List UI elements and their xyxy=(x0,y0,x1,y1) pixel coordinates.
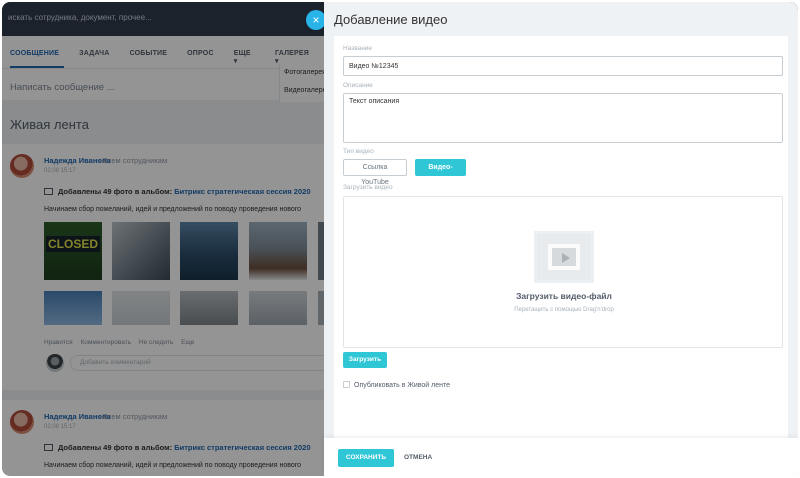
video-file-icon xyxy=(534,231,594,283)
panel-title: Добавление видео xyxy=(334,12,448,27)
upload-video-label: Загрузить видео xyxy=(343,184,393,191)
panel-footer: СОХРАНИТЬ ОТМЕНА xyxy=(324,438,798,476)
upload-button[interactable]: Загрузить xyxy=(343,352,387,368)
name-label: Название xyxy=(343,45,373,52)
app-window: искать сотрудника, документ, прочее... С… xyxy=(2,2,798,476)
publish-to-feed-option[interactable]: Опубликовать в Живой ленте xyxy=(343,381,450,389)
play-icon xyxy=(562,253,570,263)
close-button[interactable]: × xyxy=(306,10,326,30)
publish-label: Опубликовать в Живой ленте xyxy=(354,382,451,389)
publish-checkbox[interactable] xyxy=(343,381,350,388)
cancel-button[interactable]: ОТМЕНА xyxy=(404,449,432,467)
description-label: Описание xyxy=(343,82,373,89)
save-button[interactable]: СОХРАНИТЬ xyxy=(338,449,394,467)
video-form: Название Описание Текст описания Тип вид… xyxy=(334,36,788,438)
video-file-option[interactable]: Видео-файл xyxy=(415,159,466,186)
description-field[interactable]: Текст описания xyxy=(343,93,783,143)
close-icon: × xyxy=(312,13,320,27)
youtube-link-option[interactable]: Ссылка YouTube xyxy=(343,159,407,186)
dropzone-subtitle: Перетащить с помощью Drag'n'drop xyxy=(514,307,614,313)
add-video-panel: Добавление видео Название Описание Текст… xyxy=(324,2,798,476)
dropzone-title: Загрузить видео-файл xyxy=(516,291,612,301)
video-dropzone[interactable]: Загрузить видео-файл Перетащить с помощь… xyxy=(343,196,783,348)
video-type-label: Тип видео xyxy=(343,148,374,155)
name-field[interactable] xyxy=(343,56,783,76)
